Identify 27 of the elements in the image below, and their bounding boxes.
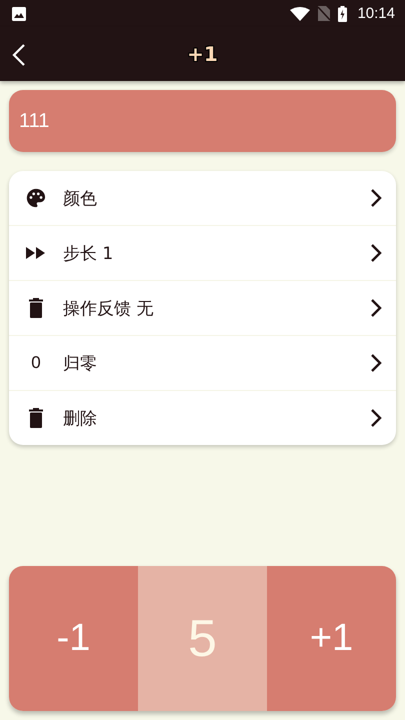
menu-item[interactable]: 删除 (9, 390, 396, 445)
no-sim-icon (318, 6, 330, 21)
app-title: +1 (187, 42, 218, 66)
trash-icon (29, 298, 43, 318)
wifi-icon (290, 6, 310, 20)
chevron-right-icon (370, 353, 382, 373)
chevron-right-icon (370, 188, 382, 208)
menu-label: 归零 (63, 352, 98, 374)
menu-label: 颜色 (63, 188, 98, 210)
menu-item[interactable]: 0 归零 (9, 335, 396, 390)
fast-forward-icon (26, 247, 46, 259)
trash-icon (29, 408, 43, 428)
menu-item[interactable]: 操作反馈 无 (9, 280, 396, 335)
clock-time: 10:14 (357, 5, 395, 22)
counter-value: 5 (138, 566, 267, 711)
battery-icon (338, 6, 348, 22)
palette-icon (25, 187, 47, 209)
chevron-right-icon (370, 243, 382, 263)
menu-item[interactable]: 颜色 (9, 171, 396, 225)
menu-label: 操作反馈 无 (63, 298, 154, 320)
menu-item[interactable]: 步长 1 (9, 225, 396, 280)
image-icon (12, 6, 26, 20)
menu-label: 删除 (63, 408, 98, 430)
chevron-right-icon (370, 408, 382, 428)
menu-label: 步长 1 (63, 242, 114, 264)
zero-glyph: 0 (31, 353, 41, 373)
chevron-right-icon (370, 298, 382, 318)
